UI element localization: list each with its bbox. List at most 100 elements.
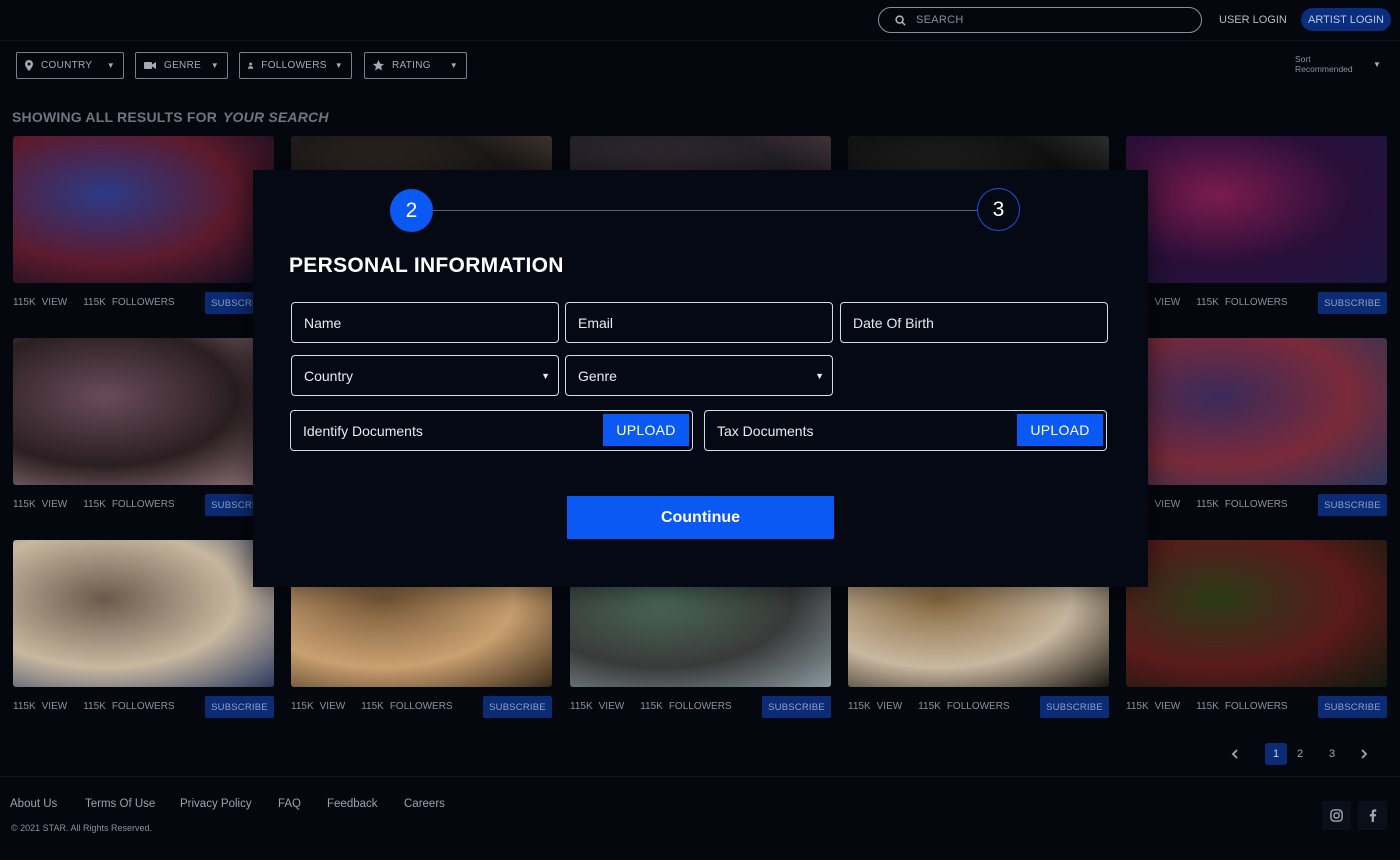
view-label: VIEW — [41, 499, 68, 510]
page-2-button[interactable]: 2 — [1289, 743, 1311, 765]
top-bar: SEARCH USER LOGIN ARTIST LOGIN — [0, 0, 1400, 40]
genre-filter[interactable]: GENRE ▼ — [135, 52, 228, 79]
footer-divider — [0, 776, 1400, 777]
card-stats: 115KVIEW115KFOLLOWERS — [570, 701, 732, 712]
card-stats: 115KVIEW115KFOLLOWERS — [1126, 701, 1288, 712]
follower-label: FOLLOWERS — [111, 499, 175, 510]
footer-link-terms[interactable]: Terms Of Use — [85, 798, 155, 810]
artist-card[interactable]: 115KVIEW115KFOLLOWERSSUBSCRIBE — [1126, 136, 1387, 326]
follower-label: FOLLOWERS — [389, 701, 453, 712]
artist-login-button[interactable]: ARTIST LOGIN — [1301, 8, 1391, 31]
subscribe-button[interactable]: SUBSCRIBE — [483, 696, 552, 718]
instagram-icon[interactable] — [1322, 801, 1351, 830]
chevron-left-icon[interactable] — [1231, 743, 1239, 762]
subscribe-button[interactable]: SUBSCRIBE — [1318, 494, 1387, 516]
artist-card[interactable]: 115KVIEW115KFOLLOWERSSUBSCRIBE — [1126, 540, 1387, 730]
copyright-text: © 2021 STAR. All Rights Reserved. — [11, 823, 153, 833]
chevron-down-icon: ▼ — [541, 371, 550, 381]
sort-label: Sort — [1295, 54, 1311, 64]
country-select-value: Country — [304, 367, 354, 384]
view-count: 115K — [13, 499, 36, 510]
footer-link-feedback[interactable]: Feedback — [327, 798, 378, 810]
chevron-right-icon[interactable] — [1360, 743, 1368, 762]
search-icon — [895, 14, 906, 26]
card-stats: 115KVIEW115KFOLLOWERS — [13, 701, 175, 712]
subscribe-button[interactable]: SUBSCRIBE — [1318, 292, 1387, 314]
artist-card[interactable]: 115KVIEW115KFOLLOWERSSUBSCRIBE — [1126, 338, 1387, 528]
country-select[interactable]: Country ▼ — [291, 355, 559, 396]
follower-count: 115K — [83, 297, 106, 308]
genre-select[interactable]: Genre ▼ — [565, 355, 833, 396]
view-count: 115K — [13, 297, 36, 308]
follower-label: FOLLOWERS — [1224, 297, 1288, 308]
search-placeholder: SEARCH — [916, 14, 964, 26]
star-icon — [373, 60, 384, 71]
tax-documents-label: Tax Documents — [717, 422, 814, 439]
step-current: 2 — [390, 189, 433, 232]
subscribe-button[interactable]: SUBSCRIBE — [1318, 696, 1387, 718]
view-label: VIEW — [319, 701, 346, 712]
artist-photo[interactable] — [13, 136, 274, 283]
dob-placeholder: Date Of Birth — [853, 314, 934, 331]
country-filter[interactable]: COUNTRY ▼ — [16, 52, 124, 79]
artist-photo[interactable] — [13, 540, 274, 687]
user-login-link[interactable]: USER LOGIN — [1219, 14, 1287, 26]
name-field[interactable]: Name — [291, 302, 559, 343]
identify-documents-field: Identify Documents UPLOAD — [290, 410, 693, 451]
chevron-down-icon[interactable]: ▼ — [1373, 60, 1381, 69]
page-1-button[interactable]: 1 — [1265, 743, 1287, 765]
tax-documents-field: Tax Documents UPLOAD — [704, 410, 1107, 451]
date-of-birth-field[interactable]: Date Of Birth — [840, 302, 1108, 343]
rating-filter[interactable]: RATING ▼ — [364, 52, 467, 79]
view-label: VIEW — [1154, 499, 1181, 510]
email-field[interactable]: Email — [565, 302, 833, 343]
follower-count: 115K — [1196, 297, 1219, 308]
card-stats: 115KVIEW115KFOLLOWERS — [13, 297, 175, 308]
view-label: VIEW — [1154, 297, 1181, 308]
artist-photo[interactable] — [1126, 338, 1387, 485]
view-count: 115K — [1126, 701, 1149, 712]
person-icon — [248, 62, 254, 69]
follower-count: 115K — [361, 701, 384, 712]
view-count: 115K — [13, 701, 36, 712]
footer-link-about[interactable]: About Us — [10, 798, 57, 810]
step-next: 3 — [977, 188, 1020, 231]
sort-dropdown[interactable]: Sort Recommended — [1295, 54, 1353, 74]
follower-label: FOLLOWERS — [111, 297, 175, 308]
artist-photo[interactable] — [1126, 136, 1387, 283]
continue-button[interactable]: Countinue — [567, 496, 834, 539]
footer-link-privacy[interactable]: Privacy Policy — [180, 798, 252, 810]
subscribe-button[interactable]: SUBSCRIBE — [205, 696, 274, 718]
identify-documents-upload-button[interactable]: UPLOAD — [603, 414, 689, 446]
card-stats: 115KVIEW115KFOLLOWERS — [1126, 499, 1288, 510]
follower-label: FOLLOWERS — [111, 701, 175, 712]
video-camera-icon — [144, 62, 156, 69]
page-3-button[interactable]: 3 — [1321, 743, 1343, 765]
artist-photo[interactable] — [1126, 540, 1387, 687]
follower-label: FOLLOWERS — [946, 701, 1010, 712]
facebook-icon[interactable] — [1358, 801, 1387, 830]
tax-documents-upload-button[interactable]: UPLOAD — [1017, 414, 1103, 446]
card-stats: 115KVIEW115KFOLLOWERS — [1126, 297, 1288, 308]
footer-link-faq[interactable]: FAQ — [278, 798, 301, 810]
genre-select-value: Genre — [578, 367, 617, 384]
results-prefix: SHOWING ALL RESULTS FOR — [12, 109, 218, 125]
card-stats: 115KVIEW115KFOLLOWERS — [848, 701, 1010, 712]
subscribe-button[interactable]: SUBSCRIBE — [1040, 696, 1109, 718]
search-input[interactable]: SEARCH — [878, 7, 1202, 33]
rating-filter-label: RATING — [392, 60, 431, 71]
follower-count: 115K — [83, 499, 106, 510]
followers-filter[interactable]: FOLLOWERS ▼ — [239, 52, 352, 79]
follower-count: 115K — [1196, 499, 1219, 510]
identify-documents-label: Identify Documents — [303, 422, 423, 439]
sort-value: Recommended — [1295, 64, 1353, 74]
artist-card[interactable]: 115KVIEW115KFOLLOWERSSUBSCRIBE — [13, 338, 274, 528]
card-stats: 115K VIEW 115K FOLLOWERS — [13, 499, 175, 510]
chevron-down-icon: ▼ — [449, 61, 458, 70]
artist-photo[interactable] — [13, 338, 274, 485]
follower-label: FOLLOWERS — [1224, 701, 1288, 712]
subscribe-button[interactable]: SUBSCRIBE — [762, 696, 831, 718]
artist-card[interactable]: 115KVIEW115KFOLLOWERSSUBSCRIBE — [13, 540, 274, 730]
footer-link-careers[interactable]: Careers — [404, 798, 445, 810]
artist-card[interactable]: 115KVIEW115KFOLLOWERSSUBSCRIBE — [13, 136, 274, 326]
